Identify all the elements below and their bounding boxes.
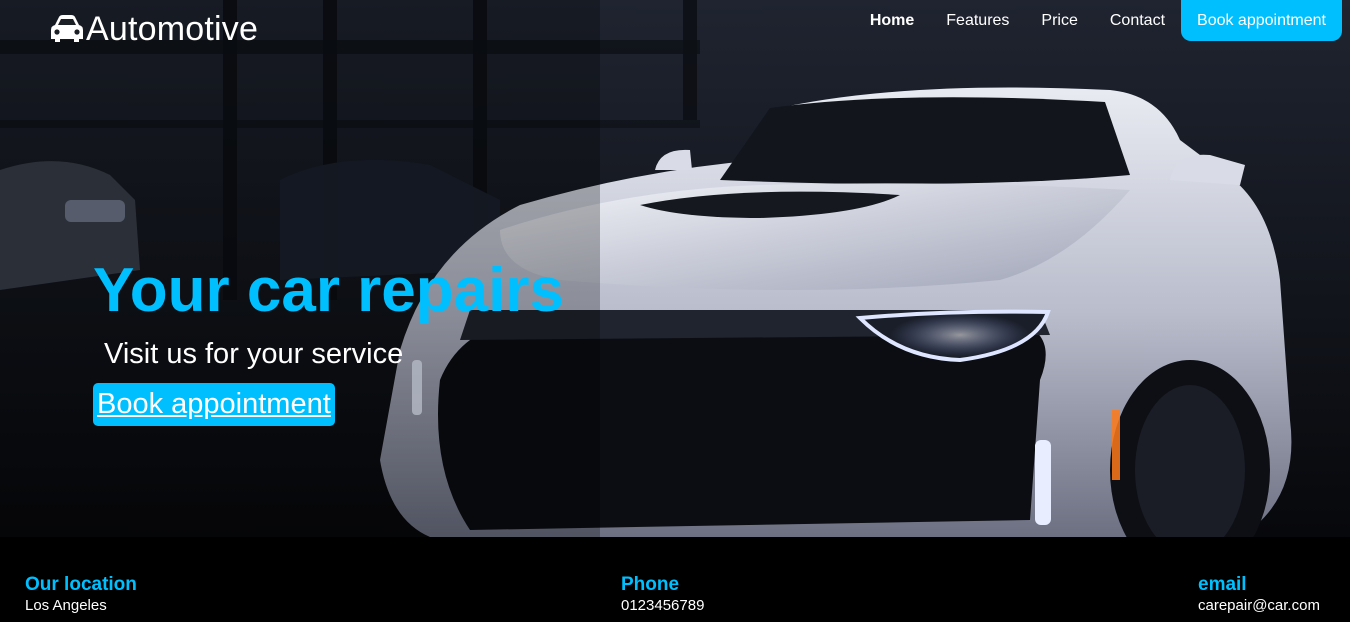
footer-location: Our location Los Angeles bbox=[25, 574, 137, 616]
footer-phone-value[interactable]: 0123456789 bbox=[621, 596, 704, 616]
footer-email: email carepair@car.com bbox=[1198, 574, 1320, 616]
footer-phone: Phone 0123456789 bbox=[621, 574, 704, 616]
footer-email-label: email bbox=[1198, 574, 1247, 595]
nav-item-home[interactable]: Home bbox=[870, 12, 914, 30]
main-nav: Home Features Price Contact Book appoint… bbox=[838, 0, 1342, 41]
hero-subtitle: Visit us for your service bbox=[104, 338, 404, 370]
nav-item-contact[interactable]: Contact bbox=[1110, 12, 1165, 30]
hero-book-appointment-button[interactable]: Book appointment bbox=[93, 383, 335, 426]
hero-section: Automotive Home Features Price Contact B… bbox=[0, 0, 1350, 537]
brand-logo[interactable]: Automotive bbox=[48, 8, 258, 50]
footer-email-value[interactable]: carepair@car.com bbox=[1198, 596, 1320, 616]
nav-book-appointment-button[interactable]: Book appointment bbox=[1181, 0, 1342, 41]
footer: Our location Los Angeles Phone 012345678… bbox=[0, 537, 1350, 622]
nav-item-price[interactable]: Price bbox=[1041, 12, 1077, 30]
brand-name: Automotive bbox=[86, 9, 259, 48]
footer-phone-label: Phone bbox=[621, 574, 680, 595]
car-icon bbox=[51, 15, 83, 42]
footer-location-label: Our location bbox=[25, 574, 137, 595]
hero-title: Your car repairs bbox=[93, 256, 564, 325]
nav-item-features[interactable]: Features bbox=[946, 12, 1009, 30]
footer-location-value: Los Angeles bbox=[25, 597, 107, 614]
